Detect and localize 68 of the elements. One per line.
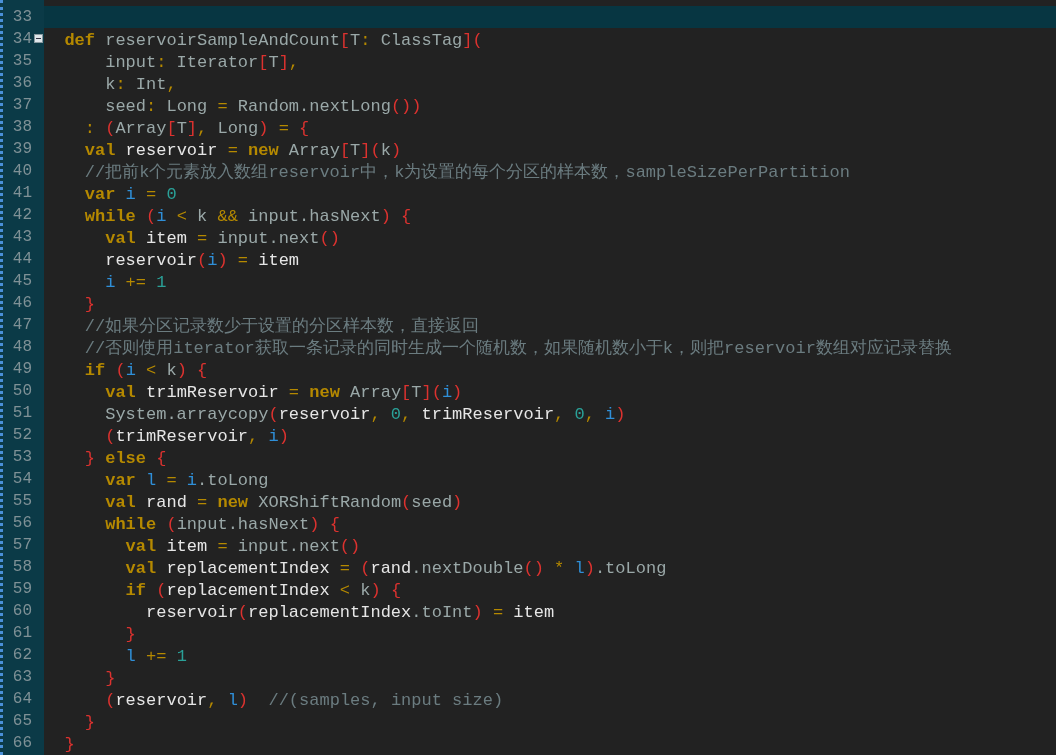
line-number: 62 [11,645,32,666]
line-number: 39 [11,139,32,160]
line-number: 66 [11,733,32,754]
line-number: 63 [11,667,32,688]
code-line: while (i < k && input.hasNext) { [83,207,412,226]
code-line: val replacementIndex = (rand.nextDouble() * l).toLong [124,559,667,578]
code-line: if (replacementIndex < k) { [124,581,402,600]
line-number: 33 [11,7,32,28]
code-line: reservoir(replacementIndex.toInt) = item [145,603,555,622]
code-line: (reservoir, l) //(samples, input size) [104,691,504,710]
line-number: 64 [11,689,32,710]
code-line: } [83,295,95,314]
code-line: reservoir(i) = item [104,251,300,270]
code-line: //把前k个元素放入数组reservoir中，k为设置的每个分区的样本数，sampleSizePerPartition [83,163,850,182]
line-number: 50 [11,381,32,402]
code-line: if (i < k) { [83,361,208,380]
line-number: 47 [11,315,32,336]
line-number: 45 [11,271,32,292]
code-line: i += 1 [104,273,167,292]
code-line: //如果分区记录数少于设置的分区样本数，直接返回 [83,317,480,336]
line-number: 49 [11,359,32,380]
code-line: val item = input.next() [124,537,361,556]
code-line: (trimReservoir, i) [104,427,289,446]
line-number: 48 [11,337,32,358]
line-number: 61 [11,623,32,644]
code-line: } [63,735,75,754]
line-number: 41 [11,183,32,204]
line-number: 37 [11,95,32,116]
code-line: val trimReservoir = new Array[T](i) [104,383,463,402]
line-number: 52 [11,425,32,446]
code-line: var i = 0 [83,185,177,204]
line-number: 57 [11,535,32,556]
code-line: seed: Long = Random.nextLong()) [104,97,422,116]
code-line: System.arraycopy(reservoir, 0, trimReservoir, 0, i) [104,405,626,424]
code-line: //否则使用iterator获取一条记录的同时生成一个随机数，如果随机数小于k，则把reservoir数组对应记录替换 [83,339,952,358]
line-number: 54 [11,469,32,490]
code-line: val reservoir = new Array[T](k) [83,141,402,160]
line-number: 34 [11,29,32,50]
code-line: def reservoirSampleAndCount[T: ClassTag]( [63,31,483,50]
code-line: } [104,669,116,688]
line-number: 38 [11,117,32,138]
code-line: val item = input.next() [104,229,340,248]
code-line: l += 1 [124,647,187,666]
code-line: } [83,713,95,732]
line-number: 35 [11,51,32,72]
line-number: 59 [11,579,32,600]
code-line: val rand = new XORShiftRandom(seed) [104,493,463,512]
line-number: 36 [11,73,32,94]
collapse-icon[interactable] [34,34,43,43]
line-number: 53 [11,447,32,468]
code-line: input: Iterator[T], [104,53,300,72]
code-line: : (Array[T], Long) = { [83,119,310,138]
code-line: } [124,625,136,644]
code-line: k: Int, [104,75,177,94]
line-number: 44 [11,249,32,270]
code-line: while (input.hasNext) { [104,515,340,534]
line-number: 43 [11,227,32,248]
code-line: var l = i.toLong [104,471,269,490]
line-number: 65 [11,711,32,732]
line-number: 40 [11,161,32,182]
line-number: 55 [11,491,32,512]
code-line: } else { [83,449,167,468]
line-number: 58 [11,557,32,578]
line-number: 56 [11,513,32,534]
line-number: 42 [11,205,32,226]
line-number: 51 [11,403,32,424]
line-number: 60 [11,601,32,622]
line-number: 46 [11,293,32,314]
